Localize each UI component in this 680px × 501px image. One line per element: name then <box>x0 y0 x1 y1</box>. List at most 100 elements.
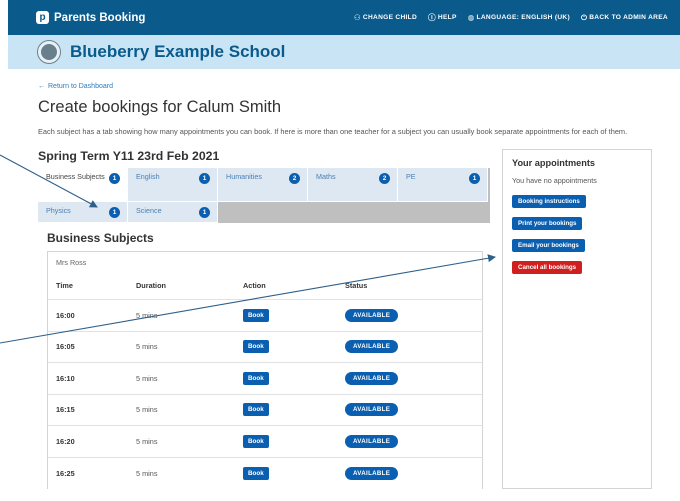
slot-time: 16:20 <box>48 425 128 457</box>
top-navigation-bar: p Parents Booking ⚇ CHANGE CHILD ⓘ HELP … <box>8 0 680 35</box>
globe-icon: ◍ <box>467 13 475 22</box>
subject-tabs: Business Subjects 1 English 1 Humanities… <box>38 168 490 223</box>
book-button[interactable]: Book <box>243 340 269 354</box>
tab-business-subjects[interactable]: Business Subjects 1 <box>38 168 128 202</box>
tab-physics[interactable]: Physics 1 <box>38 202 128 223</box>
slot-time: 16:05 <box>48 330 128 363</box>
back-to-admin-link[interactable]: ⏻ BACK TO ADMIN AREA <box>581 12 668 23</box>
tab-label: Physics <box>46 206 71 215</box>
table-row: 16:05 5 mins Book AVAILABLE <box>48 330 482 363</box>
slot-duration: 5 mins <box>128 299 235 331</box>
cancel-all-bookings-button[interactable]: Cancel all bookings <box>512 261 583 274</box>
tab-label: Business Subjects <box>46 172 105 181</box>
tab-english[interactable]: English 1 <box>128 168 218 202</box>
change-child-link[interactable]: ⚇ CHANGE CHILD <box>354 12 417 23</box>
main-row: Spring Term Y11 23rd Feb 2021 Business S… <box>38 149 652 489</box>
your-appointments-panel: Your appointments You have no appointmen… <box>502 149 652 489</box>
slot-duration: 5 mins <box>128 393 235 426</box>
slot-time: 16:10 <box>48 362 128 394</box>
return-to-dashboard-link[interactable]: ← Return to Dashboard <box>38 83 652 90</box>
your-appointments-title: Your appointments <box>512 158 596 168</box>
table-row: 16:00 5 mins Book AVAILABLE <box>48 299 482 331</box>
slot-time: 16:25 <box>48 456 128 489</box>
power-icon: ⏻ <box>580 12 588 22</box>
status-badge: AVAILABLE <box>345 466 399 480</box>
slot-duration: 5 mins <box>128 456 235 489</box>
status-badge: AVAILABLE <box>345 434 399 448</box>
tab-count-badge: 2 <box>379 173 390 184</box>
tab-label: English <box>136 172 160 181</box>
tab-pe[interactable]: PE 1 <box>398 168 488 202</box>
tab-label: Maths <box>316 172 336 181</box>
book-button[interactable]: Book <box>243 403 269 417</box>
help-icon: ⓘ <box>428 13 436 22</box>
table-row: 16:10 5 mins Book AVAILABLE <box>48 362 482 394</box>
slot-time: 16:15 <box>48 393 128 426</box>
table-row: 16:15 5 mins Book AVAILABLE <box>48 393 482 426</box>
tab-count-badge: 1 <box>469 173 480 184</box>
parents-booking-logo-icon: p <box>36 11 49 24</box>
help-link[interactable]: ⓘ HELP <box>428 12 457 23</box>
page-content: ← Return to Dashboard Create bookings fo… <box>8 69 680 489</box>
change-child-label: CHANGE CHILD <box>362 14 418 21</box>
school-header: Blueberry Example School <box>8 35 680 69</box>
top-nav-links: ⚇ CHANGE CHILD ⓘ HELP ◍ LANGUAGE: ENGLIS… <box>354 12 668 23</box>
tab-count-badge: 1 <box>109 173 120 184</box>
column-header-action: Action <box>243 281 266 290</box>
book-button[interactable]: Book <box>243 434 269 448</box>
people-icon: ⚇ <box>353 13 361 22</box>
tab-science[interactable]: Science 1 <box>128 202 218 223</box>
slot-duration: 5 mins <box>128 425 235 457</box>
language-link[interactable]: ◍ LANGUAGE: ENGLISH (UK) <box>468 12 570 23</box>
slot-duration: 5 mins <box>128 362 235 394</box>
tab-count-badge: 2 <box>289 173 300 184</box>
tab-humanities[interactable]: Humanities 2 <box>218 168 308 202</box>
teacher-name: Mrs Ross <box>56 258 87 267</box>
app-frame: p Parents Booking ⚇ CHANGE CHILD ⓘ HELP … <box>8 0 680 501</box>
column-header-duration: Duration <box>136 281 166 290</box>
brand[interactable]: p Parents Booking <box>36 11 145 24</box>
column-header-status: Status <box>345 281 368 290</box>
tab-label: PE <box>406 172 416 181</box>
brand-name: Parents Booking <box>54 11 146 24</box>
no-appointments-text: You have no appointments <box>512 176 597 185</box>
booking-column: Spring Term Y11 23rd Feb 2021 Business S… <box>38 149 490 489</box>
subject-title: Business Subjects <box>47 231 154 245</box>
book-button[interactable]: Book <box>243 466 269 480</box>
table-row: 16:25 5 mins Book AVAILABLE <box>48 456 482 489</box>
tab-count-badge: 1 <box>199 207 210 218</box>
slot-duration: 5 mins <box>128 330 235 363</box>
back-to-admin-label: BACK TO ADMIN AREA <box>589 14 668 21</box>
status-badge: AVAILABLE <box>345 340 399 354</box>
school-name: Blueberry Example School <box>70 42 286 61</box>
status-badge: AVAILABLE <box>345 371 399 385</box>
tab-label: Science <box>136 206 162 215</box>
table-row: 16:20 5 mins Book AVAILABLE <box>48 425 482 457</box>
help-label: HELP <box>437 14 457 21</box>
tab-label: Humanities <box>226 172 262 181</box>
school-logo-icon <box>38 41 60 63</box>
subject-tabs-row-2: Physics 1 Science 1 <box>38 202 490 223</box>
tab-maths[interactable]: Maths 2 <box>308 168 398 202</box>
slot-time: 16:00 <box>48 299 128 331</box>
teacher-panel: Mrs Ross Time Duration Action Status 16:… <box>47 251 483 489</box>
status-badge: AVAILABLE <box>345 308 399 322</box>
appointment-slots-table: Time Duration Action Status 16:00 5 mins… <box>48 275 482 489</box>
book-button[interactable]: Book <box>243 371 269 385</box>
intro-text: Each subject has a tab showing how many … <box>38 127 628 136</box>
tab-count-badge: 1 <box>109 207 120 218</box>
appointment-actions: Booking instructions Print your bookings… <box>512 186 642 274</box>
status-badge: AVAILABLE <box>345 403 399 417</box>
tab-count-badge: 1 <box>199 173 210 184</box>
return-to-dashboard-label: Return to Dashboard <box>48 83 113 90</box>
term-title: Spring Term Y11 23rd Feb 2021 <box>38 149 220 163</box>
language-label: LANGUAGE: ENGLISH (UK) <box>476 14 570 21</box>
page-title: Create bookings for Calum Smith <box>38 98 282 116</box>
print-bookings-button[interactable]: Print your bookings <box>512 217 583 230</box>
email-bookings-button[interactable]: Email your bookings <box>512 239 585 252</box>
back-arrow-icon: ← <box>38 83 45 90</box>
table-header-row: Time Duration Action Status <box>48 275 482 300</box>
subject-tabs-row-1: Business Subjects 1 English 1 Humanities… <box>38 168 490 202</box>
book-button[interactable]: Book <box>243 308 269 322</box>
booking-instructions-button[interactable]: Booking instructions <box>512 195 586 208</box>
